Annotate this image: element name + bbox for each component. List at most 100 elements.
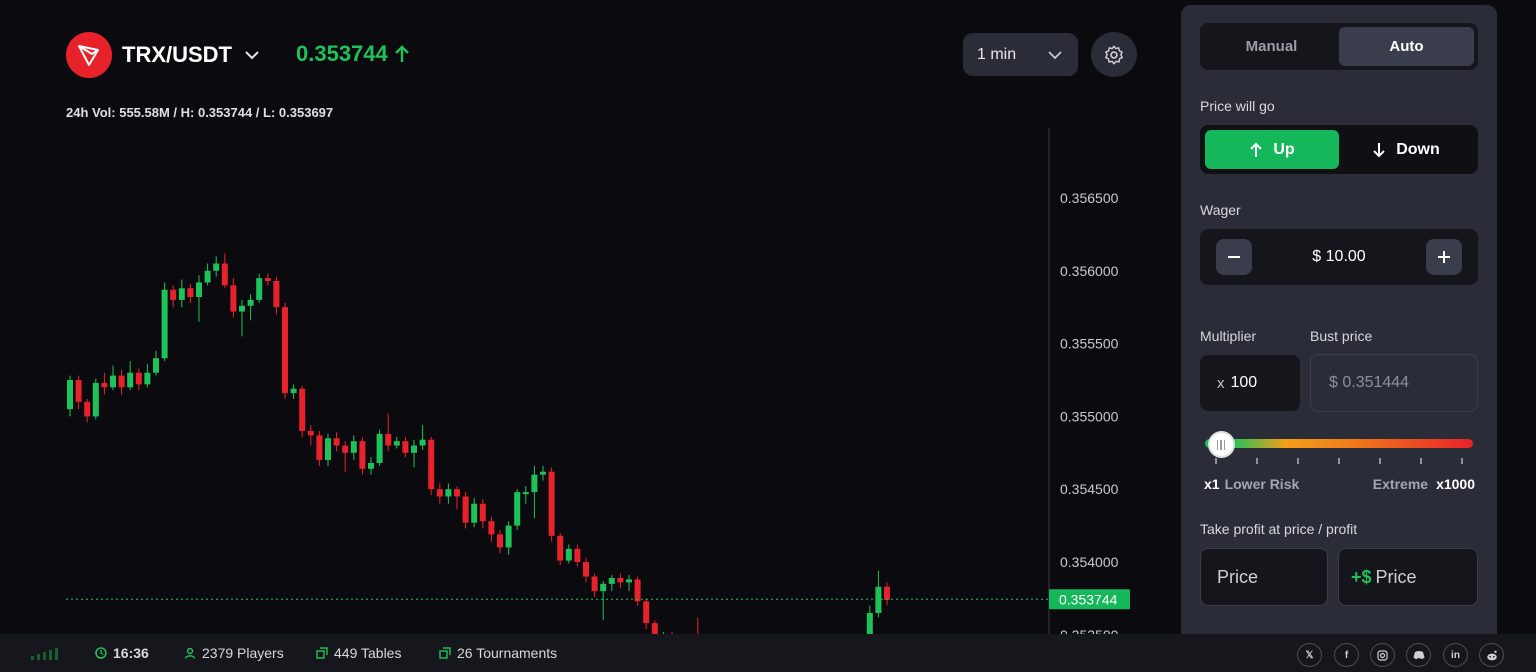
take-profit-label: Take profit at price / profit	[1200, 521, 1358, 537]
y-tick-label: 0.354500	[1060, 481, 1119, 497]
risk-max: Extreme x1000	[1373, 476, 1475, 492]
interval-select[interactable]: 1 min	[963, 33, 1078, 76]
x-icon[interactable]: 𝕏	[1297, 643, 1322, 667]
arrow-up-icon	[1250, 142, 1263, 157]
settings-button[interactable]	[1091, 32, 1137, 77]
candle-body	[505, 525, 512, 548]
candle-body	[626, 579, 632, 583]
candle-body	[101, 382, 108, 388]
candle-body	[359, 441, 366, 469]
candle-body	[282, 307, 288, 394]
y-tick-label: 0.354000	[1060, 554, 1119, 570]
linkedin-icon[interactable]: in	[1443, 643, 1468, 667]
candle-body	[445, 489, 452, 497]
current-price-tag-label: 0.353744	[1059, 591, 1118, 607]
candle-body	[256, 278, 263, 300]
wager-value: $ 10.00	[1312, 248, 1366, 265]
candle-body	[342, 445, 349, 453]
candle-body	[75, 380, 82, 402]
candle-body	[67, 380, 73, 410]
down-button[interactable]: Down	[1339, 130, 1473, 169]
candle-body	[118, 375, 125, 388]
candle-body	[144, 372, 151, 385]
candle-body	[479, 503, 486, 522]
candle-body	[385, 433, 392, 446]
wager-input[interactable]: $ 10.00	[1200, 229, 1478, 285]
arrow-down-icon	[1373, 142, 1385, 157]
candle-body	[540, 471, 546, 475]
bust-price-field: $ 0.351444	[1310, 354, 1478, 412]
candle-body	[333, 438, 340, 446]
y-tick-label: 0.353500	[1060, 627, 1119, 634]
candle-body	[643, 601, 650, 624]
chevron-down-icon	[1048, 50, 1062, 59]
candle-body	[316, 435, 323, 461]
candle-body	[583, 562, 589, 577]
arrow-up-icon	[394, 45, 409, 62]
tab-auto[interactable]: Auto	[1339, 27, 1474, 66]
tournaments-value: 26 Tournaments	[457, 645, 558, 661]
candle-body	[135, 372, 142, 385]
discord-icon[interactable]	[1406, 643, 1431, 667]
candle-body	[178, 288, 185, 300]
risk-slider-track[interactable]	[1205, 439, 1473, 448]
candle-body	[651, 623, 658, 634]
candle-body	[393, 441, 400, 446]
risk-min: x1 Lower Risk	[1204, 476, 1299, 492]
candle-body	[522, 492, 529, 495]
y-tick-label: 0.355000	[1060, 408, 1119, 424]
candle-body	[127, 372, 134, 388]
facebook-icon[interactable]: f	[1334, 643, 1359, 667]
wager-label: Wager	[1200, 202, 1241, 218]
candle-body	[204, 270, 211, 283]
candle-body	[600, 583, 607, 592]
candle-body	[634, 579, 641, 602]
candle-body	[92, 382, 99, 417]
minus-icon	[1228, 256, 1240, 258]
tables-count: 449 Tables	[316, 634, 401, 672]
candle-body	[307, 430, 314, 436]
decrease-wager-button[interactable]	[1216, 239, 1252, 275]
candle-body	[273, 280, 280, 308]
risk-max-value: x1000	[1436, 476, 1475, 492]
multiplier-label: Multiplier	[1200, 328, 1257, 344]
time-value: 16:36	[113, 645, 149, 661]
price-chart[interactable]: 0.356500 0.356000 0.355500 0.355000 0.354500…	[0, 0, 1170, 634]
candle-body	[376, 433, 383, 463]
tables-value: 449 Tables	[334, 645, 402, 661]
candle-body	[299, 388, 306, 431]
price-direction-label: Price will go	[1200, 98, 1275, 114]
instagram-icon[interactable]	[1370, 643, 1395, 667]
candle-body	[497, 534, 503, 548]
take-profit-price-placeholder: Price	[1217, 566, 1259, 587]
chevron-down-icon	[245, 51, 259, 60]
candle-body	[264, 278, 271, 281]
take-profit-amount-input[interactable]: +$ Price	[1338, 548, 1478, 606]
candle-body	[196, 282, 202, 298]
pair-selector[interactable]: TRX/USDT	[66, 32, 262, 78]
take-profit-prefix: +$	[1351, 566, 1372, 587]
increase-wager-button[interactable]	[1425, 239, 1462, 275]
candle-body	[221, 263, 228, 286]
interval-value: 1 min	[977, 45, 1017, 63]
multiplier-input[interactable]: x 100	[1200, 355, 1300, 411]
candle-body	[488, 521, 495, 535]
take-profit-price-input[interactable]: Price	[1200, 548, 1328, 606]
candle-body	[402, 441, 409, 453]
candle-body	[187, 288, 194, 298]
risk-max-label: Extreme	[1372, 476, 1429, 492]
candle-body	[230, 285, 237, 312]
direction-toggle: Up Down	[1200, 125, 1478, 174]
risk-slider-handle[interactable]	[1207, 431, 1235, 458]
current-price-value: 0.353744	[296, 41, 388, 66]
candle-body	[454, 489, 460, 497]
up-button[interactable]: Up	[1205, 130, 1339, 169]
multiplier-prefix: x	[1217, 374, 1225, 392]
candle-body	[153, 358, 159, 373]
tab-manual[interactable]: Manual	[1204, 27, 1339, 66]
candle-body	[608, 578, 615, 584]
market-stats: 24h Vol: 555.58M / H: 0.353744 / L: 0.35…	[66, 105, 334, 120]
reddit-icon[interactable]	[1479, 643, 1504, 667]
players-value: 2379 Players	[202, 645, 284, 661]
candle-body	[110, 375, 116, 388]
